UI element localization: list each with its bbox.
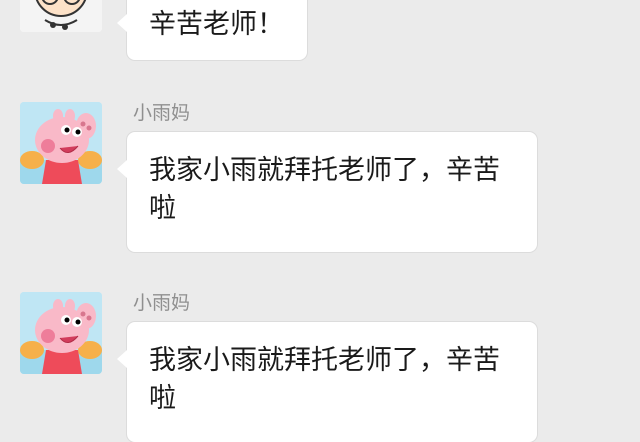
- message-bubble[interactable]: 我家小雨就拜托老师了，辛苦啦: [117, 322, 537, 442]
- teacher-avatar[interactable]: [20, 0, 102, 32]
- message-text: 辛苦老师！: [149, 9, 284, 40]
- message-text: 我家小雨就拜托老师了，辛苦啦: [149, 155, 500, 224]
- message-text: 我家小雨就拜托老师了，辛苦啦: [149, 345, 500, 414]
- peppa-pig-avatar[interactable]: [20, 102, 102, 184]
- teacher-cartoon-icon: [20, 0, 102, 32]
- chat-message-list: 辛苦老师！ 小雨妈 我家小雨就拜托老师了，辛苦啦 小雨妈 我家小雨就拜托老师了，…: [0, 0, 640, 442]
- sender-name: 小雨妈: [133, 292, 191, 314]
- sender-name: 小雨妈: [133, 102, 191, 124]
- peppa-pig-avatar[interactable]: [20, 292, 102, 374]
- peppa-pig-icon: [20, 292, 102, 374]
- message-bubble[interactable]: 辛苦老师！: [117, 0, 307, 60]
- peppa-pig-icon: [20, 102, 102, 184]
- message-bubble[interactable]: 我家小雨就拜托老师了，辛苦啦: [117, 132, 537, 252]
